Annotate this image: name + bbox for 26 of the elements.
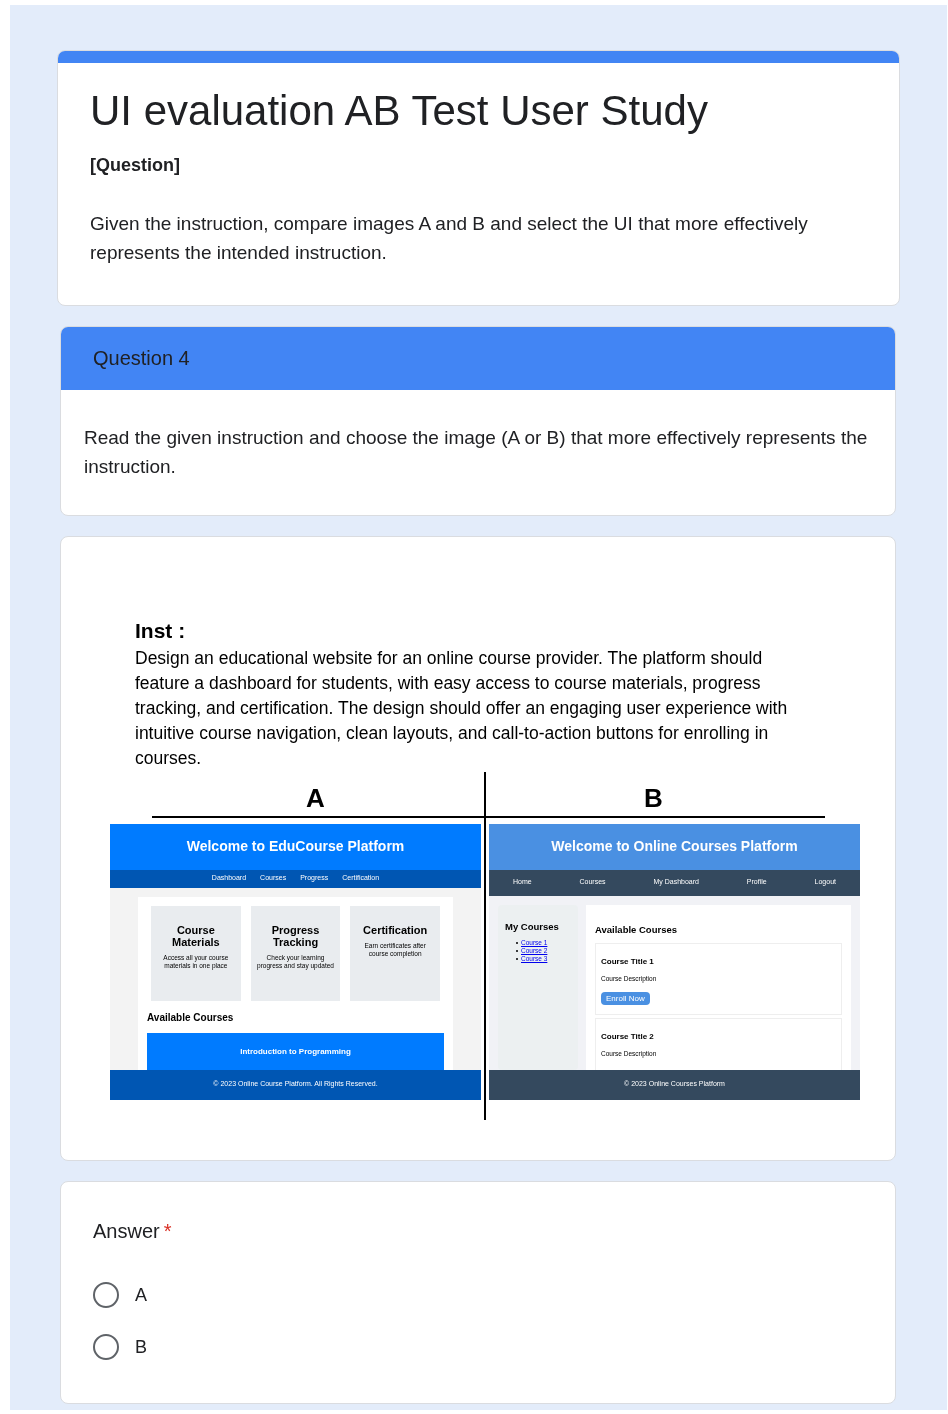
section-description: Read the given instruction and choose the image (A or B) that more effectively represents the instruction.: [83, 425, 869, 479]
site-header: Welcome to EduCourse Platform: [110, 823, 481, 870]
section-heading: Available Courses: [595, 922, 679, 937]
answer-label: Answer: [93, 1218, 160, 1244]
section-heading: Available Courses: [147, 1010, 235, 1025]
option-label: A: [306, 781, 325, 815]
feature-title: Certification: [363, 923, 428, 936]
instruction-text: Design an educational website for an online course provider. The platform should feature a dashboard for students, with easy access to course materials, progress tracking, and certification. The design should offer an engaging user experience with intuitive course navigation, clean layouts, and call-to-action buttons for enrolling in courses.: [135, 647, 789, 770]
feature-title: Course Materials: [171, 923, 221, 948]
radio-button[interactable]: [93, 1282, 119, 1308]
question-label: [Question]: [90, 153, 181, 177]
form-description: Given the instruction, compare images A and B and select the UI that more effectively represents the intended instruction.: [90, 211, 809, 265]
sidebar-title: My Courses: [505, 919, 560, 934]
site-header: Welcome to Online Courses Platform: [489, 823, 860, 870]
option-label: B: [644, 781, 663, 815]
feature-title: Progress Tracking: [270, 923, 321, 948]
instruction-label: Inst :: [135, 617, 187, 644]
course-title: Course Title 1: [601, 955, 655, 968]
option-label: A: [135, 1283, 147, 1307]
course-button[interactable]: Introduction to Programming: [147, 1032, 444, 1070]
course-title: Course Title 2: [601, 1030, 655, 1043]
radio-button[interactable]: [93, 1334, 119, 1360]
section-title: Question 4: [93, 346, 190, 371]
option-label: B: [135, 1335, 147, 1359]
form-title: UI evaluation AB Test User Study: [90, 86, 709, 136]
required-mark: *: [163, 1218, 172, 1244]
